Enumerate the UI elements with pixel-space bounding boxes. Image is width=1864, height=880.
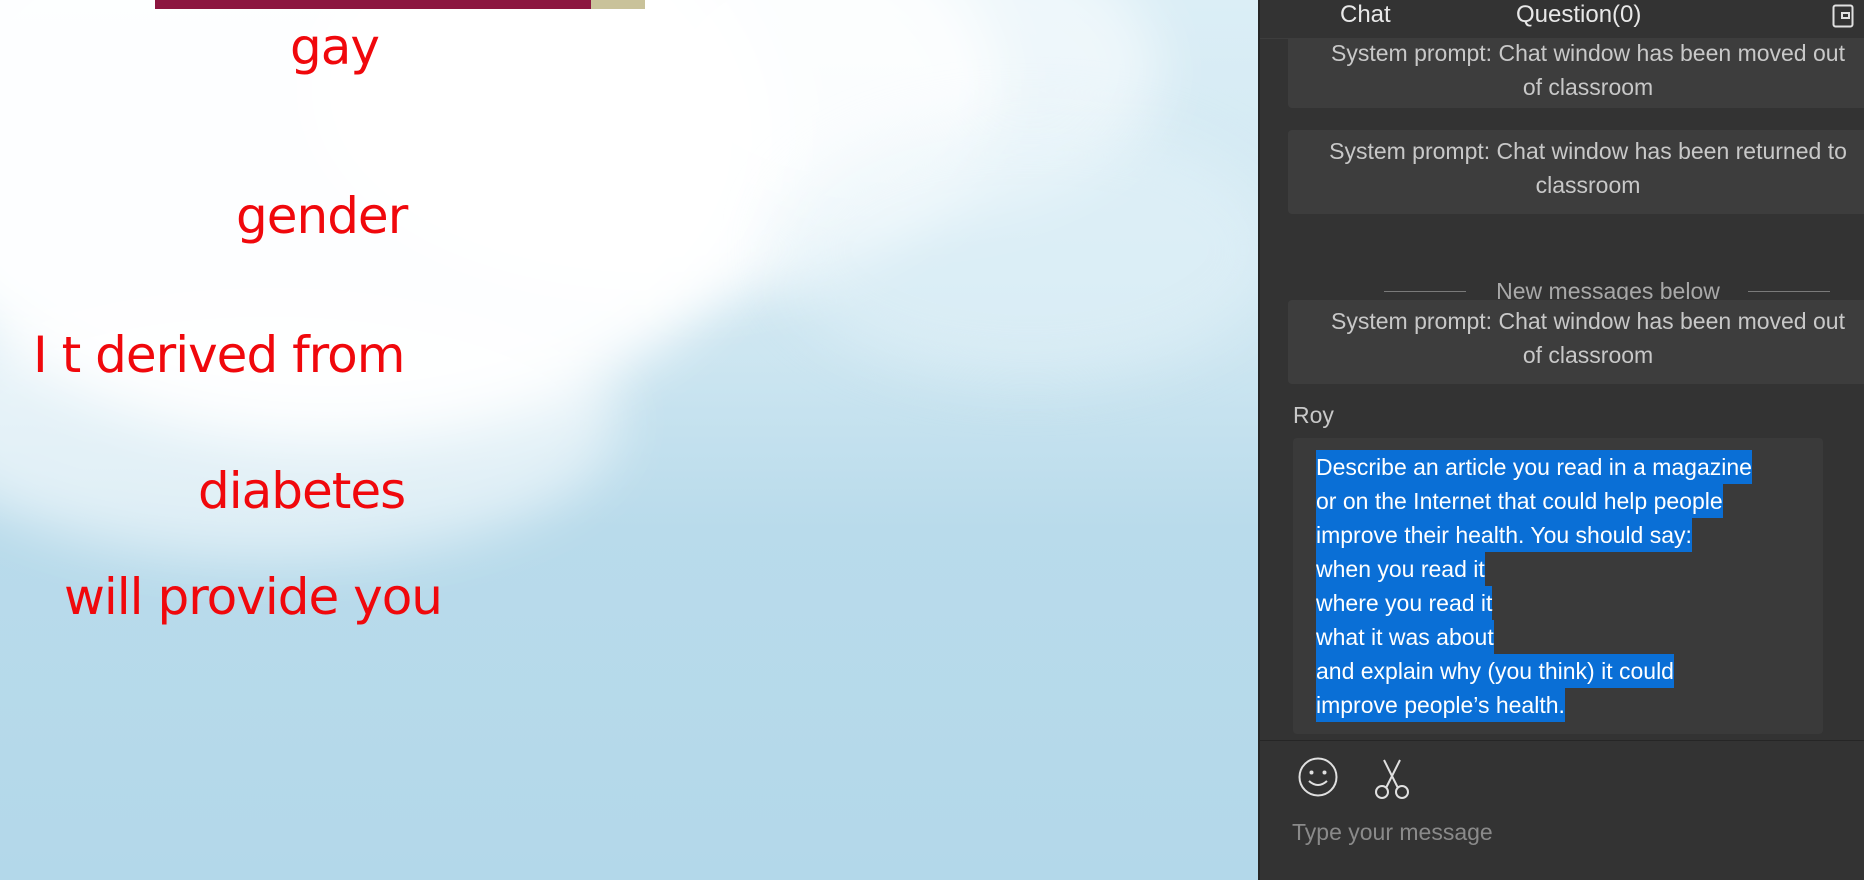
message-list[interactable]: System prompt: Chat window has been move… bbox=[1260, 38, 1864, 738]
selected-message-line: Describe an article you read in a magazi… bbox=[1316, 450, 1752, 484]
chat-panel: Chat Question(0) System prompt: Chat win… bbox=[1258, 0, 1864, 880]
system-message-line: of classroom bbox=[1522, 342, 1654, 368]
board-word-gender: gender bbox=[236, 187, 408, 245]
chat-message-bubble[interactable]: Describe an article you read in a magazi… bbox=[1293, 438, 1823, 734]
cloud-background bbox=[780, 120, 1258, 380]
message-text[interactable]: Describe an article you read in a magazi… bbox=[1316, 450, 1752, 722]
board-phrase-will-provide-you: will provide you bbox=[64, 568, 443, 626]
system-message-line: System prompt: Chat window has been move… bbox=[1331, 308, 1845, 334]
system-message: System prompt: Chat window has been move… bbox=[1288, 38, 1864, 108]
selected-message-line: improve people’s health. bbox=[1316, 688, 1565, 722]
tab-question[interactable]: Question(0) bbox=[1516, 0, 1641, 30]
selected-message-line: what it was about bbox=[1316, 620, 1494, 654]
video-thumbnail-controls[interactable] bbox=[591, 0, 645, 9]
board-word-gay: gay bbox=[290, 18, 380, 76]
board-phrase-derived-from: I t derived from bbox=[33, 326, 405, 384]
system-message: System prompt: Chat window has been retu… bbox=[1288, 130, 1864, 214]
system-message-line: of classroom bbox=[1522, 74, 1654, 100]
tab-chat[interactable]: Chat bbox=[1340, 0, 1391, 30]
message-composer bbox=[1260, 740, 1864, 880]
message-input[interactable] bbox=[1290, 809, 1854, 855]
system-message-line: System prompt: Chat window has been retu… bbox=[1329, 138, 1847, 164]
system-message-line: classroom bbox=[1535, 172, 1641, 198]
chat-tabs: Chat Question(0) bbox=[1260, 0, 1864, 39]
selected-message-line: improve their health. You should say: bbox=[1316, 518, 1692, 552]
selected-message-line: where you read it bbox=[1316, 586, 1493, 620]
message-sender-name: Roy bbox=[1293, 402, 1334, 428]
whiteboard-area: gay gender I t derived from diabetes wil… bbox=[0, 0, 1258, 880]
app-window: gay gender I t derived from diabetes wil… bbox=[0, 0, 1864, 880]
divider-line bbox=[1748, 291, 1830, 292]
board-word-diabetes: diabetes bbox=[198, 462, 406, 520]
system-message: System prompt: Chat window has been move… bbox=[1288, 300, 1864, 384]
selected-message-line: when you read it bbox=[1316, 552, 1485, 586]
smiley-face-icon[interactable] bbox=[1297, 756, 1339, 798]
system-message-line: System prompt: Chat window has been move… bbox=[1331, 40, 1845, 66]
selected-message-line: or on the Internet that could help peopl… bbox=[1316, 484, 1723, 518]
selected-message-line: and explain why (you think) it could bbox=[1316, 654, 1674, 688]
video-thumbnail-strip[interactable] bbox=[155, 0, 591, 9]
scissors-icon[interactable] bbox=[1372, 758, 1412, 800]
popout-window-icon[interactable] bbox=[1832, 4, 1854, 28]
